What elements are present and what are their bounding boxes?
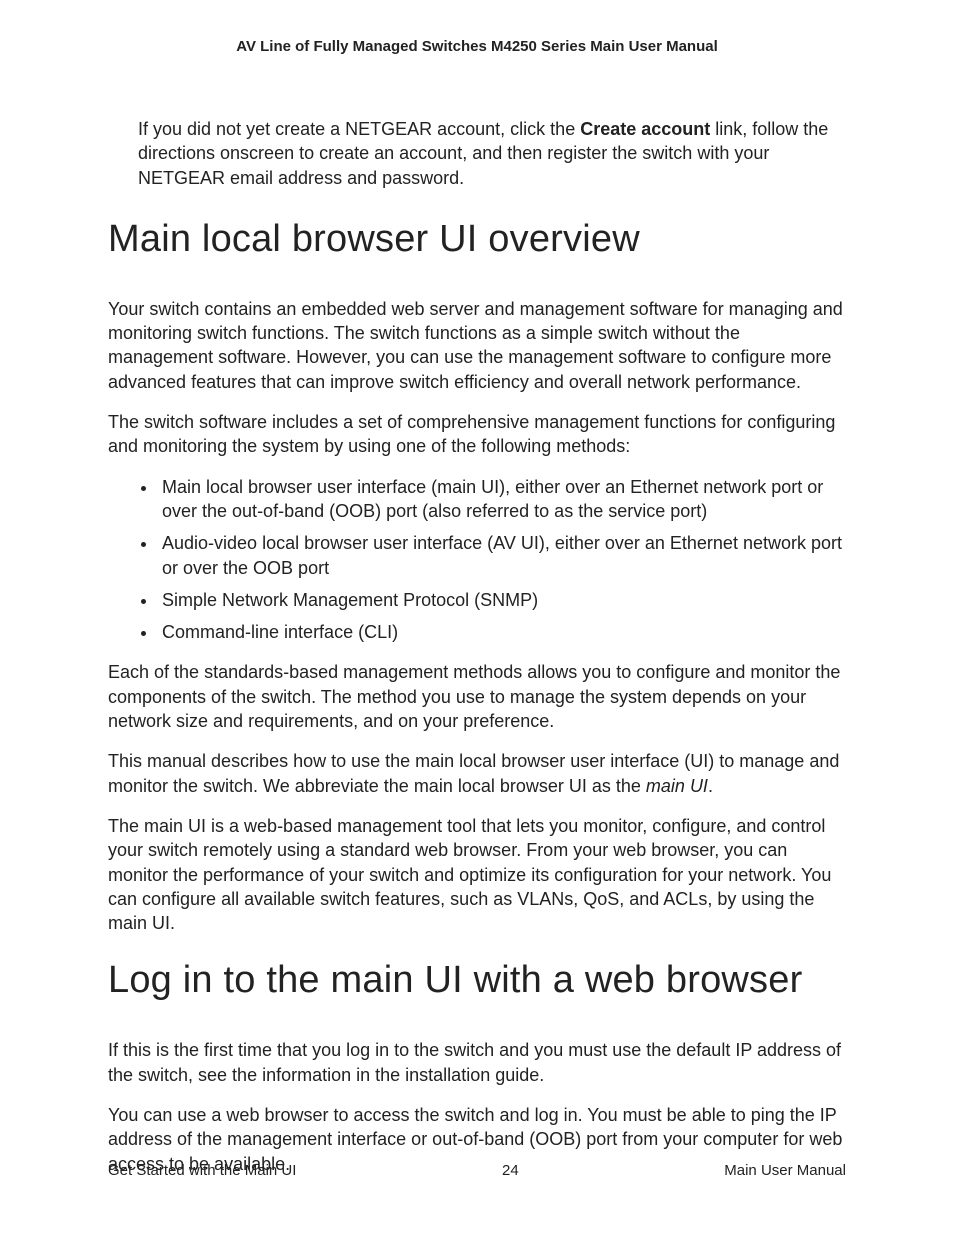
footer-page-number: 24 — [502, 1162, 519, 1179]
list-item: Simple Network Management Protocol (SNMP… — [158, 588, 846, 612]
footer-right: Main User Manual — [724, 1162, 846, 1179]
text-run: This manual describes how to use the mai… — [108, 751, 839, 795]
intro-paragraph: If you did not yet create a NETGEAR acco… — [138, 117, 846, 190]
body-paragraph: Each of the standards-based management m… — [108, 660, 846, 733]
list-item: Audio-video local browser user interface… — [158, 531, 846, 580]
body-paragraph: The main UI is a web-based management to… — [108, 814, 846, 935]
section-heading-login: Log in to the main UI with a web browser — [108, 959, 846, 1002]
body-paragraph: Your switch contains an embedded web ser… — [108, 297, 846, 394]
create-account-bold: Create account — [580, 119, 710, 139]
section-heading-overview: Main local browser UI overview — [108, 218, 846, 261]
intro-pre: If you did not yet create a NETGEAR acco… — [138, 119, 580, 139]
methods-list: Main local browser user interface (main … — [108, 475, 846, 645]
list-item: Main local browser user interface (main … — [158, 475, 846, 524]
list-item: Command-line interface (CLI) — [158, 620, 846, 644]
body-paragraph: This manual describes how to use the mai… — [108, 749, 846, 798]
page-footer: Get Started with the Main UI 24 Main Use… — [108, 1162, 846, 1179]
footer-left: Get Started with the Main UI — [108, 1162, 296, 1179]
body-paragraph: The switch software includes a set of co… — [108, 410, 846, 459]
body-paragraph: If this is the first time that you log i… — [108, 1038, 846, 1087]
text-run: . — [708, 776, 713, 796]
main-ui-italic: main UI — [646, 776, 708, 796]
page-header-title: AV Line of Fully Managed Switches M4250 … — [108, 38, 846, 55]
